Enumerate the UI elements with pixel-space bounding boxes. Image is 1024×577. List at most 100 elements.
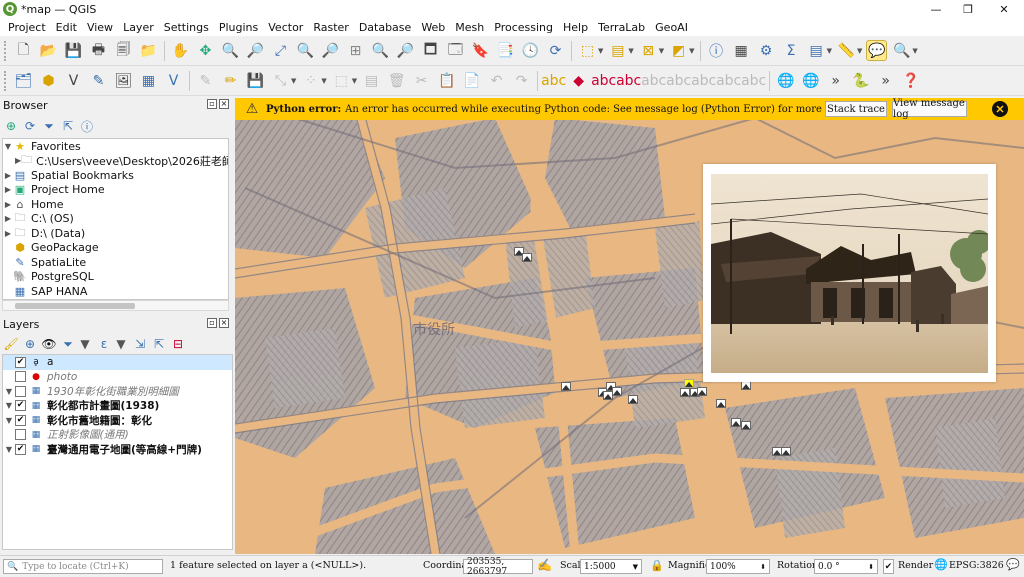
temporal-controller-icon[interactable]: 🕓 xyxy=(520,40,541,61)
layer-visibility-checkbox[interactable] xyxy=(15,429,26,441)
new-map-view-icon[interactable]: 🗖 xyxy=(420,40,441,61)
add-vector-layer-icon[interactable]: ⬢ xyxy=(38,70,59,91)
digitize-icon[interactable]: ✎ xyxy=(88,70,109,91)
dropdown-arrow-icon[interactable]: ▼ xyxy=(912,47,917,55)
photo-marker[interactable] xyxy=(522,253,532,262)
paste-features-icon[interactable]: 📄 xyxy=(461,70,482,91)
photo-marker[interactable] xyxy=(697,387,707,396)
photo-marker[interactable] xyxy=(741,381,751,390)
layer-visibility-checkbox[interactable] xyxy=(15,385,26,397)
zoom-last-icon[interactable]: 🔍 xyxy=(370,40,391,61)
float-panel-icon[interactable]: ▫ xyxy=(207,99,217,109)
toolbox-icon[interactable]: ⚙ xyxy=(756,40,777,61)
menu-processing[interactable]: Processing xyxy=(489,21,558,34)
pan-to-selection-icon[interactable]: ✥ xyxy=(195,40,216,61)
new-bookmark-icon[interactable]: 🔖 xyxy=(470,40,491,61)
selected-photo-marker[interactable] xyxy=(684,379,694,388)
new-print-layout-icon[interactable]: 🖶 xyxy=(88,40,109,61)
browser-item-home[interactable]: ▶ ⌂ Home xyxy=(3,197,228,212)
cut-features-icon[interactable]: ✂ xyxy=(411,70,432,91)
zoom-native-icon[interactable]: ⊞ xyxy=(345,40,366,61)
collapse-arrow-icon[interactable]: ▼ xyxy=(3,387,15,396)
measure-line-icon[interactable]: 📏 xyxy=(836,40,857,61)
expand-arrow-icon[interactable]: ▶ xyxy=(3,171,13,180)
crs-label[interactable]: EPSG:3826 xyxy=(949,560,1004,571)
expand-arrow-icon[interactable]: ▶ xyxy=(3,185,13,194)
remove-layer-icon[interactable]: ⊟ xyxy=(170,336,186,352)
coordinate-field[interactable]: 203535, 2663797 xyxy=(463,557,533,577)
dropdown-arrow-icon[interactable]: ▼ xyxy=(628,47,633,55)
photo-marker[interactable] xyxy=(781,447,791,456)
collapse-all-icon[interactable]: ⇱ xyxy=(151,336,167,352)
new-project-icon[interactable]: 🗋 xyxy=(13,40,34,61)
layer-visibility-checkbox[interactable]: ✔ xyxy=(15,443,26,455)
layer-visibility-checkbox[interactable] xyxy=(15,371,26,383)
new-3d-map-view-icon[interactable]: 🗔 xyxy=(445,40,466,61)
photo-marker[interactable] xyxy=(731,418,741,427)
add-wms-layer-icon[interactable]: ▦ xyxy=(138,70,159,91)
browser-horizontal-scrollbar[interactable] xyxy=(2,300,229,311)
menu-settings[interactable]: Settings xyxy=(159,21,214,34)
menu-mesh[interactable]: Mesh xyxy=(450,21,489,34)
layer-labeling-icon[interactable]: ◆ xyxy=(568,70,589,91)
filter-expression-icon[interactable]: ε xyxy=(96,336,112,352)
menu-project[interactable]: Project xyxy=(3,21,51,34)
collapse-all-icon[interactable]: ⇱ xyxy=(60,118,76,134)
layer-item-1930-map[interactable]: ▼ ▦ 1930年彰化街職業別明細圖 xyxy=(3,384,232,399)
diagram-options-icon[interactable]: abc xyxy=(591,70,616,91)
layer-item-photo[interactable]: ● photo xyxy=(3,370,232,385)
select-features-icon[interactable]: ⬚ xyxy=(577,40,598,61)
style-manager-icon[interactable]: 📁 xyxy=(138,40,159,61)
browser-item-sap-hana[interactable]: ▦ SAP HANA xyxy=(3,284,228,299)
locator-search-input[interactable]: 🔍 Type to locate (Ctrl+K) xyxy=(3,559,163,574)
move-feature-icon[interactable]: ⬚ xyxy=(331,70,352,91)
expand-arrow-icon[interactable]: ▶ xyxy=(3,214,13,223)
menu-geoai[interactable]: GeoAI xyxy=(650,21,693,34)
open-project-icon[interactable]: 📂 xyxy=(38,40,59,61)
collapse-arrow-icon[interactable]: ▼ xyxy=(3,416,15,425)
magnifier-spinbox[interactable]: 100% ⬍ xyxy=(706,559,770,574)
change-label-icon[interactable]: abc xyxy=(741,70,766,91)
scrollbar-thumb[interactable] xyxy=(15,303,135,309)
lock-scale-icon[interactable]: 🔒 xyxy=(650,559,664,572)
modify-attributes-icon[interactable]: ▤ xyxy=(361,70,382,91)
close-panel-icon[interactable]: × xyxy=(219,318,229,328)
menu-terralab[interactable]: TerraLab xyxy=(593,21,650,34)
filter-browser-icon[interactable]: ⏷ xyxy=(41,118,57,134)
open-layer-styling-icon[interactable]: 🖌 xyxy=(3,336,19,352)
menu-edit[interactable]: Edit xyxy=(51,21,82,34)
refresh-icon[interactable]: ⟳ xyxy=(22,118,38,134)
menu-layer[interactable]: Layer xyxy=(118,21,159,34)
copy-features-icon[interactable]: 📋 xyxy=(436,70,457,91)
layer-item-1938-plan[interactable]: ▼ ✔ ▦ 彰化都市計畫圖(1938) xyxy=(3,399,232,414)
expand-arrow-icon[interactable]: ▶ xyxy=(3,200,13,209)
layer-visibility-checkbox[interactable]: ✔ xyxy=(15,356,26,368)
redo-icon[interactable]: ↷ xyxy=(511,70,532,91)
menu-raster[interactable]: Raster xyxy=(308,21,353,34)
dropdown-arrow-icon[interactable]: ▼ xyxy=(857,47,862,55)
browser-item-project-home[interactable]: ▶ ▣ Project Home xyxy=(3,183,228,198)
menu-help[interactable]: Help xyxy=(558,21,593,34)
spinner-arrows-icon[interactable]: ⬍ xyxy=(760,563,766,571)
browser-item-desktop-folder[interactable]: ▶ 🗀 C:\Users\veeve\Desktop\2026莊老師資 xyxy=(3,153,228,169)
layer-item-emap[interactable]: ▼ ✔ ▦ 臺灣通用電子地圖(等高線+門牌) xyxy=(3,442,232,457)
zoom-in-icon[interactable]: 🔍 xyxy=(220,40,241,61)
dropdown-arrow-icon[interactable]: ▼ xyxy=(633,563,638,571)
add-raster-layer-icon[interactable]: 🖼 xyxy=(113,70,134,91)
manage-map-themes-icon[interactable]: 👁 xyxy=(41,336,57,352)
menu-plugins[interactable]: Plugins xyxy=(214,21,263,34)
identify-features-icon[interactable]: ⓘ xyxy=(706,40,727,61)
deselect-all-icon[interactable]: ⊠ xyxy=(638,40,659,61)
photo-marker[interactable] xyxy=(680,388,690,397)
locator-zoom-icon[interactable]: 🔍 xyxy=(891,40,912,61)
open-attribute-table-icon[interactable]: ▦ xyxy=(731,40,752,61)
close-panel-icon[interactable]: × xyxy=(219,99,229,109)
browser-item-spatialite[interactable]: ✎ SpatiaLite xyxy=(3,255,228,270)
zoom-to-layer-icon[interactable]: 🔎 xyxy=(320,40,341,61)
browser-item-spatial-bookmarks[interactable]: ▶ ▤ Spatial Bookmarks xyxy=(3,168,228,183)
render-checkbox[interactable]: ✔ xyxy=(883,559,894,574)
enable-properties-icon[interactable]: ⓘ xyxy=(79,118,95,134)
toolbar-overflow-icon[interactable]: » xyxy=(825,70,846,91)
toggle-editing-icon[interactable]: ✏ xyxy=(220,70,241,91)
dropdown-arrow-icon[interactable]: ▼ xyxy=(827,47,832,55)
